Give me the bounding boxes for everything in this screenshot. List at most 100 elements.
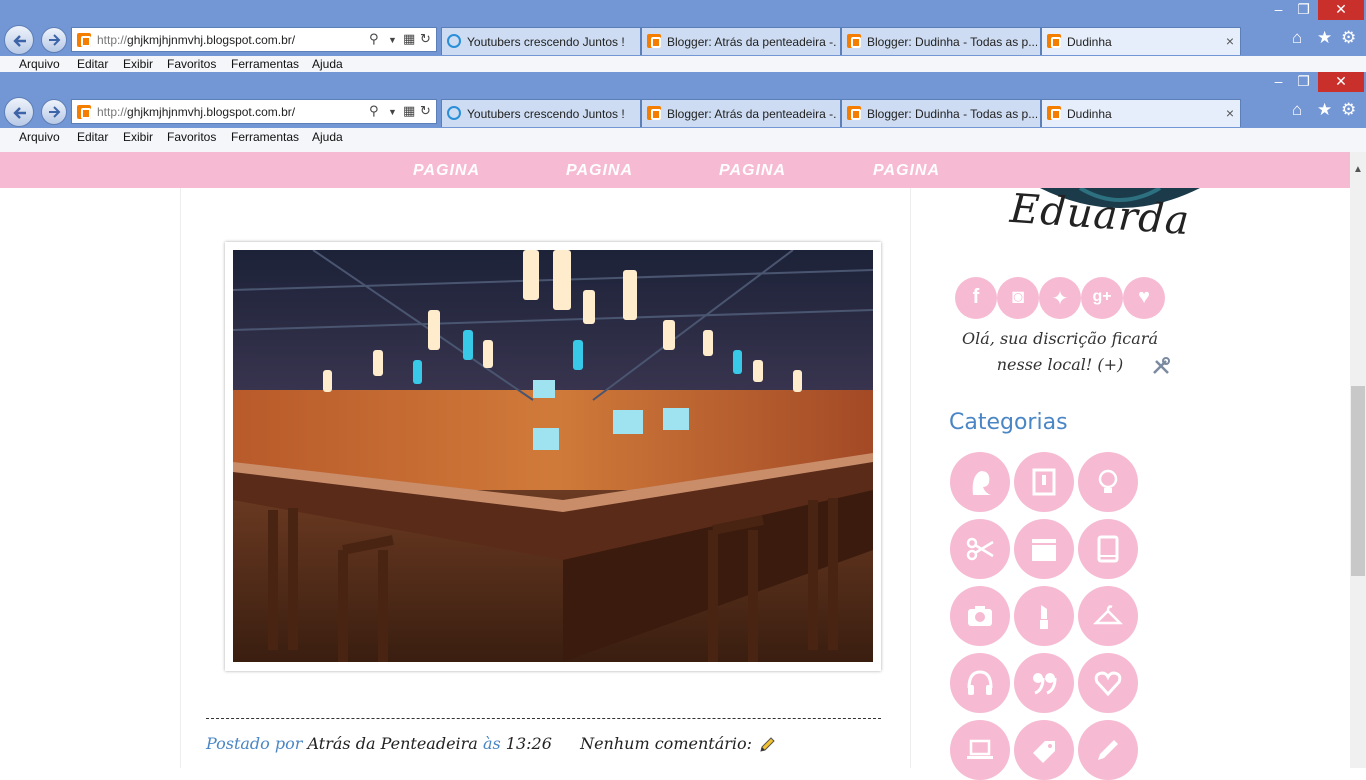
tab-blogger-atras[interactable]: Blogger: Atrás da penteadeira -... xyxy=(641,27,841,55)
ie-favicon-icon xyxy=(447,34,461,48)
clapper-icon[interactable] xyxy=(1014,519,1074,579)
camera-icon[interactable] xyxy=(950,586,1010,646)
refresh-icon[interactable]: ↻ xyxy=(420,103,431,119)
address-url: http://ghjkmjhjnmvhj.blogspot.com.br/ xyxy=(97,33,296,47)
menu-ajuda[interactable]: Ajuda xyxy=(312,130,343,144)
frame-icon[interactable] xyxy=(1014,452,1074,512)
book-icon[interactable] xyxy=(1078,519,1138,579)
hanger-icon[interactable] xyxy=(1078,586,1138,646)
gear-icon[interactable]: ⚙ xyxy=(1341,28,1356,48)
menu-favoritos[interactable]: Favoritos xyxy=(167,130,216,144)
dropdown-icon[interactable]: ▼ xyxy=(388,35,397,45)
nav-page-link-4[interactable]: PAGINA xyxy=(873,162,940,180)
menu-editar[interactable]: Editar xyxy=(77,130,108,144)
menu-ferramentas[interactable]: Ferramentas xyxy=(231,57,299,71)
blogger-favicon-icon xyxy=(847,34,861,48)
heart-icon[interactable]: ♥ xyxy=(1123,277,1165,319)
tab-blogger-dudinha[interactable]: Blogger: Dudinha - Todas as p... xyxy=(841,99,1041,127)
compat-view-icon[interactable]: ▦ xyxy=(403,103,415,119)
scroll-up-icon[interactable]: ▲ xyxy=(1353,164,1363,175)
vertical-scrollbar[interactable]: ▲ xyxy=(1350,152,1366,768)
menu-editar[interactable]: Editar xyxy=(77,57,108,71)
forward-button[interactable] xyxy=(41,99,67,125)
forward-arrow-icon xyxy=(49,106,61,118)
back-button[interactable] xyxy=(4,97,34,127)
star-icon[interactable]: ★ xyxy=(1317,100,1332,120)
google-plus-icon[interactable]: g+ xyxy=(1081,277,1123,319)
lipstick-icon[interactable] xyxy=(1014,586,1074,646)
tag-icon[interactable] xyxy=(1014,720,1074,780)
menu-exibir[interactable]: Exibir xyxy=(123,130,153,144)
address-url: http://ghjkmjhjnmvhj.blogspot.com.br/ xyxy=(97,105,296,119)
menu-ajuda[interactable]: Ajuda xyxy=(312,57,343,71)
facebook-icon[interactable]: f xyxy=(955,277,997,319)
close-tab-icon[interactable]: × xyxy=(1226,105,1234,121)
menu-favoritos[interactable]: Favoritos xyxy=(167,57,216,71)
nav-page-link-1[interactable]: PAGINA xyxy=(413,162,480,180)
nav-page-link-3[interactable]: PAGINA xyxy=(719,162,786,180)
categories-title: Categorias xyxy=(949,410,1068,435)
post-image-bar-interior[interactable] xyxy=(233,250,873,662)
menu-bar: Arquivo Editar Exibir Favoritos Ferramen… xyxy=(0,128,1366,152)
close-window-button[interactable]: ✕ xyxy=(1318,72,1364,92)
star-icon[interactable]: ★ xyxy=(1317,28,1332,48)
scissors-icon[interactable] xyxy=(950,519,1010,579)
headphones-icon[interactable] xyxy=(950,653,1010,713)
post-separator xyxy=(206,718,881,719)
tab-dudinha[interactable]: Dudinha × xyxy=(1041,27,1241,55)
dropdown-icon[interactable]: ▼ xyxy=(388,107,397,117)
back-button[interactable] xyxy=(4,25,34,55)
scrollbar-thumb[interactable] xyxy=(1351,386,1365,576)
compat-view-icon[interactable]: ▦ xyxy=(403,31,415,47)
bulb-icon[interactable] xyxy=(1078,452,1138,512)
instagram-icon[interactable]: ◙ xyxy=(997,277,1039,319)
tab-youtubers[interactable]: Youtubers crescendo Juntos ! xyxy=(441,99,641,127)
post-comments-link[interactable]: Nenhum comentário: xyxy=(580,734,752,753)
menu-exibir[interactable]: Exibir xyxy=(123,57,153,71)
blogger-favicon-icon xyxy=(647,106,661,120)
search-icon[interactable]: ⚲ xyxy=(369,103,379,119)
menu-arquivo[interactable]: Arquivo xyxy=(19,57,60,71)
address-bar[interactable]: http://ghjkmjhjnmvhj.blogspot.com.br/ ⚲ … xyxy=(71,27,437,52)
close-window-button[interactable]: ✕ xyxy=(1318,0,1364,20)
tab-blogger-atras[interactable]: Blogger: Atrás da penteadeira -... xyxy=(641,99,841,127)
menu-arquivo[interactable]: Arquivo xyxy=(19,130,60,144)
edit-pencil-icon[interactable] xyxy=(758,736,776,754)
post-author-link[interactable]: Atrás da Penteadeira xyxy=(308,734,478,753)
menu-ferramentas[interactable]: Ferramentas xyxy=(231,130,299,144)
quote-icon[interactable] xyxy=(1014,653,1074,713)
forward-button[interactable] xyxy=(41,27,67,53)
menu-bar: Arquivo Editar Exibir Favoritos Ferramen… xyxy=(0,56,1366,72)
pencil-icon[interactable] xyxy=(1078,720,1138,780)
home-icon[interactable]: ⌂ xyxy=(1292,28,1302,48)
back-arrow-icon xyxy=(13,35,26,47)
heart-icon[interactable] xyxy=(1078,653,1138,713)
gear-icon[interactable]: ⚙ xyxy=(1341,100,1356,120)
refresh-icon[interactable]: ↻ xyxy=(420,31,431,47)
post-column-border-left xyxy=(180,188,181,768)
tab-blogger-dudinha[interactable]: Blogger: Dudinha - Todas as p... xyxy=(841,27,1041,55)
search-icon[interactable]: ⚲ xyxy=(369,31,379,47)
home-icon[interactable]: ⌂ xyxy=(1292,100,1302,120)
blogger-favicon-icon xyxy=(647,34,661,48)
tab-youtubers[interactable]: Youtubers crescendo Juntos ! xyxy=(441,27,641,55)
tab-dudinha[interactable]: Dudinha × xyxy=(1041,99,1241,127)
browser-chrome-top: http://ghjkmjhjnmvhj.blogspot.com.br/ ⚲ … xyxy=(0,0,1366,72)
close-tab-icon[interactable]: × xyxy=(1226,33,1234,49)
post-footer: Postado por Atrás da Penteadeira às 13:2… xyxy=(206,734,753,753)
blogger-favicon-icon xyxy=(77,33,91,47)
browser-chrome-bottom: http://ghjkmjhjnmvhj.blogspot.com.br/ ⚲ … xyxy=(0,72,1366,152)
tools-icon[interactable] xyxy=(1151,356,1171,376)
nav-page-link-2[interactable]: PAGINA xyxy=(566,162,633,180)
post-image-frame xyxy=(225,242,881,671)
blog-content: Postado por Atrás da Penteadeira às 13:2… xyxy=(0,186,1350,780)
ie-favicon-icon xyxy=(447,106,461,120)
twitter-icon[interactable]: ✦ xyxy=(1039,277,1081,319)
woman-icon[interactable] xyxy=(950,452,1010,512)
address-bar[interactable]: http://ghjkmjhjnmvhj.blogspot.com.br/ ⚲ … xyxy=(71,99,437,124)
blogger-favicon-icon xyxy=(77,105,91,119)
blogger-favicon-icon xyxy=(847,106,861,120)
post-time[interactable]: 13:26 xyxy=(506,734,552,753)
post-column-border-right xyxy=(910,188,911,768)
laptop-icon[interactable] xyxy=(950,720,1010,780)
